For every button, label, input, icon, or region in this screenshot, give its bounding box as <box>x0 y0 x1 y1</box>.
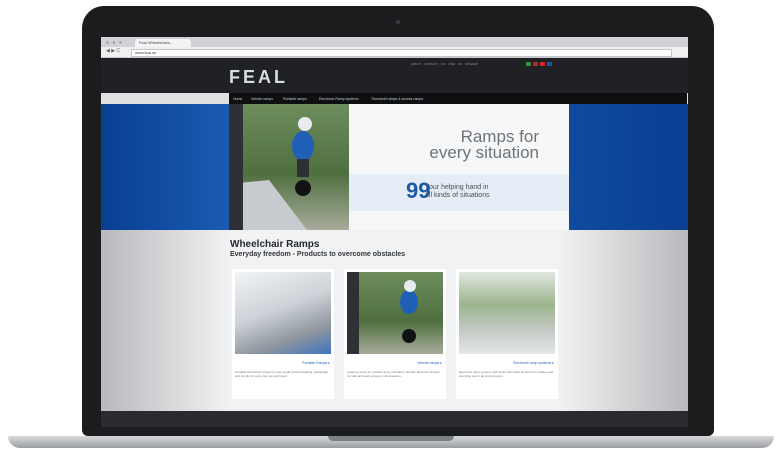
hero-banner: Ramps for every situation 99 Your helpin… <box>101 104 688 230</box>
vehicle-ramp-image <box>347 272 443 354</box>
electronic-ramps-description: Electronic ramp systems with smart autom… <box>459 370 554 378</box>
hero-title-line-2: every situation <box>429 143 539 162</box>
browser-window: ● ● ● Feal Wheelchairs... ◀ ▶ C www.feal… <box>101 37 688 411</box>
hero-quote: Your helping hand in all kinds of situat… <box>425 184 545 200</box>
nav-item-electronic-ramp-systems[interactable]: Electronic Ramp systems <box>319 97 358 101</box>
browser-tab[interactable]: Feal Wheelchairs... <box>135 39 191 47</box>
top-links[interactable]: ABOUT CONTACT US FIND US SITEMAP <box>411 62 478 66</box>
nav-item-portable-ramps[interactable]: Portable ramps <box>283 97 307 101</box>
site-header: FEAL ABOUT CONTACT US FIND US SITEMAP <box>101 58 688 93</box>
hero-quote-line-1: Your helping hand in <box>425 184 489 191</box>
vehicle-ramps-description: Loading ramps for vehicles and motorbike… <box>347 370 440 378</box>
main-navigation: Home Vehicle ramps Portable ramps Electr… <box>229 93 687 104</box>
navigation-buttons[interactable]: ◀ ▶ C <box>106 48 120 54</box>
portable-ramps-link[interactable]: Portable Ramps ▸ <box>302 361 330 365</box>
flag-icon-2[interactable] <box>533 62 538 66</box>
hero-text-panel <box>349 104 569 230</box>
product-card-portable-ramps[interactable]: Portable Ramps ▸ Portable wheelchair ram… <box>232 269 334 399</box>
electronic-ramp-image <box>459 272 555 354</box>
electronic-ramps-link[interactable]: Electronic ramp systems ▸ <box>513 361 554 365</box>
portable-ramps-description: Portable wheelchair ramps for easy loadi… <box>235 370 329 378</box>
portable-ramp-image <box>235 272 331 354</box>
motorbike-rider-illustration <box>229 104 314 230</box>
product-card-vehicle-ramps[interactable]: Vehicle ramps ▸ Loading ramps for vehicl… <box>344 269 446 399</box>
hero-title: Ramps for every situation <box>369 128 539 162</box>
feal-logo[interactable]: FEAL <box>229 67 288 88</box>
laptop-notch <box>328 436 454 441</box>
vehicle-ramps-link[interactable]: Vehicle ramps ▸ <box>417 361 442 365</box>
window-controls[interactable]: ● ● ● <box>106 40 123 46</box>
nav-item-home[interactable]: Home <box>233 97 242 101</box>
product-card-electronic-ramps[interactable]: Electronic ramp systems ▸ Electronic ram… <box>456 269 558 399</box>
flag-icon-3[interactable] <box>540 62 545 66</box>
flag-icon-1[interactable] <box>526 62 531 66</box>
webcam <box>396 20 400 24</box>
nav-item-vehicle-ramps[interactable]: Vehicle ramps <box>251 97 273 101</box>
url-input[interactable]: www.feal.se <box>131 49 672 57</box>
page-title: Wheelchair Ramps <box>230 239 320 250</box>
page-subtitle: Everyday freedom - Products to overcome … <box>230 251 406 258</box>
hero-quote-line-2: all kinds of situations <box>425 192 490 199</box>
hero-photo <box>229 104 349 230</box>
motorbike-rider-thumbnail <box>347 272 418 354</box>
browser-tabbar: ● ● ● Feal Wheelchairs... <box>101 37 688 47</box>
nav-item-threshold-ramps[interactable]: Threshold ramps & access ramps <box>371 97 423 101</box>
flag-icon-4[interactable] <box>547 62 552 66</box>
screen-bottom-bezel <box>101 411 688 427</box>
browser-addressbar: ◀ ▶ C www.feal.se <box>101 47 688 58</box>
